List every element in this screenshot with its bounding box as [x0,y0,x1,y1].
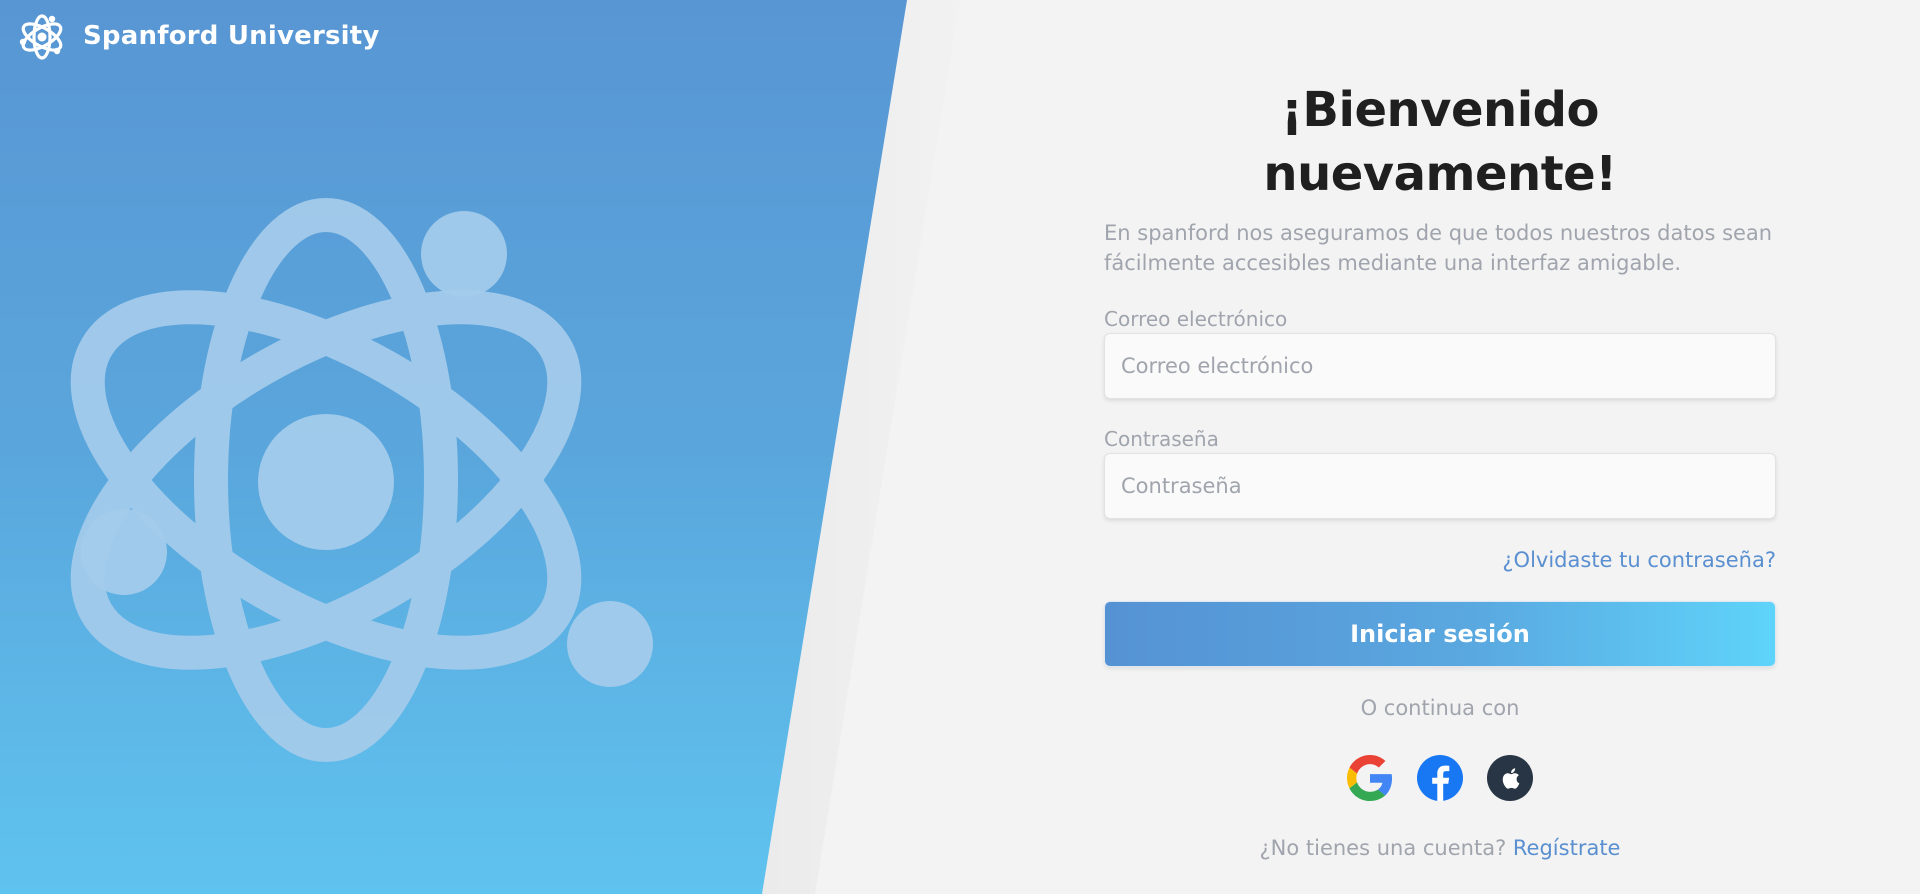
login-page: Spanford University ¡Bienvenido nuevamen… [0,0,1920,894]
apple-icon [1487,755,1533,801]
page-subtitle: En spanford nos aseguramos de que todos … [1104,221,1773,275]
email-field[interactable] [1104,333,1776,399]
google-icon [1347,755,1393,801]
facebook-login-button[interactable] [1417,755,1463,801]
login-button[interactable]: Iniciar sesión [1104,601,1776,667]
social-login-group [1104,755,1776,801]
email-label: Correo electrónico [1104,307,1288,331]
continue-with-text: O continua con [1360,696,1520,720]
page-title: ¡Bienvenido nuevamente! [1263,82,1617,202]
forgot-password-link[interactable]: ¿Olvidaste tu contraseña? [1502,548,1776,572]
password-label: Contraseña [1104,427,1219,451]
atom-icon [19,14,63,60]
signup-row: ¿No tienes una cuenta? Regístrate [1104,835,1776,861]
apple-login-button[interactable] [1487,755,1533,801]
forgot-row: ¿Olvidaste tu contraseña? [1104,547,1776,573]
login-form: ¡Bienvenido nuevamente! En spanford nos … [1104,78,1776,861]
password-field[interactable] [1104,453,1776,519]
no-account-text: ¿No tienes una cuenta? [1259,836,1507,860]
brand[interactable]: Spanford University [18,11,380,61]
atom-icon [70,198,653,762]
brand-name: Spanford University [83,21,380,51]
facebook-icon [1417,755,1463,801]
signup-link[interactable]: Regístrate [1513,836,1621,860]
google-login-button[interactable] [1347,755,1393,801]
